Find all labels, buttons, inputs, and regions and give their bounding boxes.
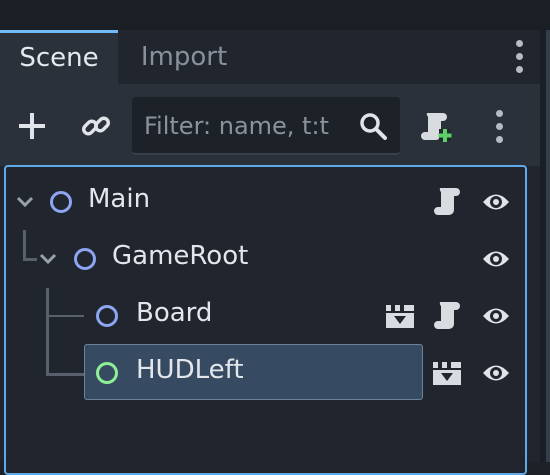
script-icon[interactable] bbox=[432, 300, 462, 332]
visibility-eye-icon[interactable] bbox=[481, 303, 511, 329]
chevron-down-icon[interactable] bbox=[16, 194, 34, 210]
filter-nodes-input[interactable]: Filter: name, t:t bbox=[132, 97, 400, 155]
node-icon bbox=[74, 248, 96, 270]
more-options-icon[interactable] bbox=[488, 108, 512, 146]
tab-scene[interactable]: Scene bbox=[0, 30, 118, 84]
filter-placeholder: Filter: name, t:t bbox=[144, 112, 329, 140]
link-icon bbox=[81, 116, 111, 136]
tree-guide-line bbox=[23, 230, 26, 260]
script-icon[interactable] bbox=[432, 186, 462, 218]
dock-splitter[interactable] bbox=[546, 30, 550, 462]
add-node-button[interactable] bbox=[10, 104, 54, 148]
selected-row-highlight[interactable] bbox=[84, 344, 423, 400]
visibility-eye-icon[interactable] bbox=[481, 360, 511, 386]
node-icon bbox=[96, 305, 118, 327]
visibility-eye-icon[interactable] bbox=[481, 246, 511, 272]
tree-guide-line bbox=[46, 315, 84, 317]
chevron-down-icon[interactable] bbox=[39, 251, 57, 267]
add-icon bbox=[19, 113, 45, 139]
tree-guide-line bbox=[46, 373, 84, 376]
node-icon bbox=[50, 191, 72, 213]
attach-script-icon bbox=[421, 113, 452, 142]
tab-import[interactable]: Import bbox=[118, 30, 250, 84]
visibility-eye-icon[interactable] bbox=[481, 189, 511, 215]
node-icon bbox=[96, 362, 118, 384]
search-icon bbox=[360, 113, 387, 140]
tree-item-gameroot[interactable]: GameRoot bbox=[112, 241, 248, 271]
tree-item-board[interactable]: Board bbox=[136, 298, 212, 328]
tab-menu-icon[interactable] bbox=[508, 38, 532, 76]
instance-scene-icon[interactable] bbox=[432, 359, 462, 387]
instance-scene-icon[interactable] bbox=[385, 302, 415, 330]
instance-child-scene-button[interactable] bbox=[74, 104, 118, 148]
attach-script-button[interactable] bbox=[414, 104, 458, 148]
top-strip bbox=[0, 0, 550, 30]
tree-item-main[interactable]: Main bbox=[88, 184, 150, 214]
tree-guide-line bbox=[46, 288, 49, 376]
tree-item-hudleft[interactable]: HUDLeft bbox=[136, 355, 244, 385]
tree-guide-line bbox=[23, 258, 37, 261]
